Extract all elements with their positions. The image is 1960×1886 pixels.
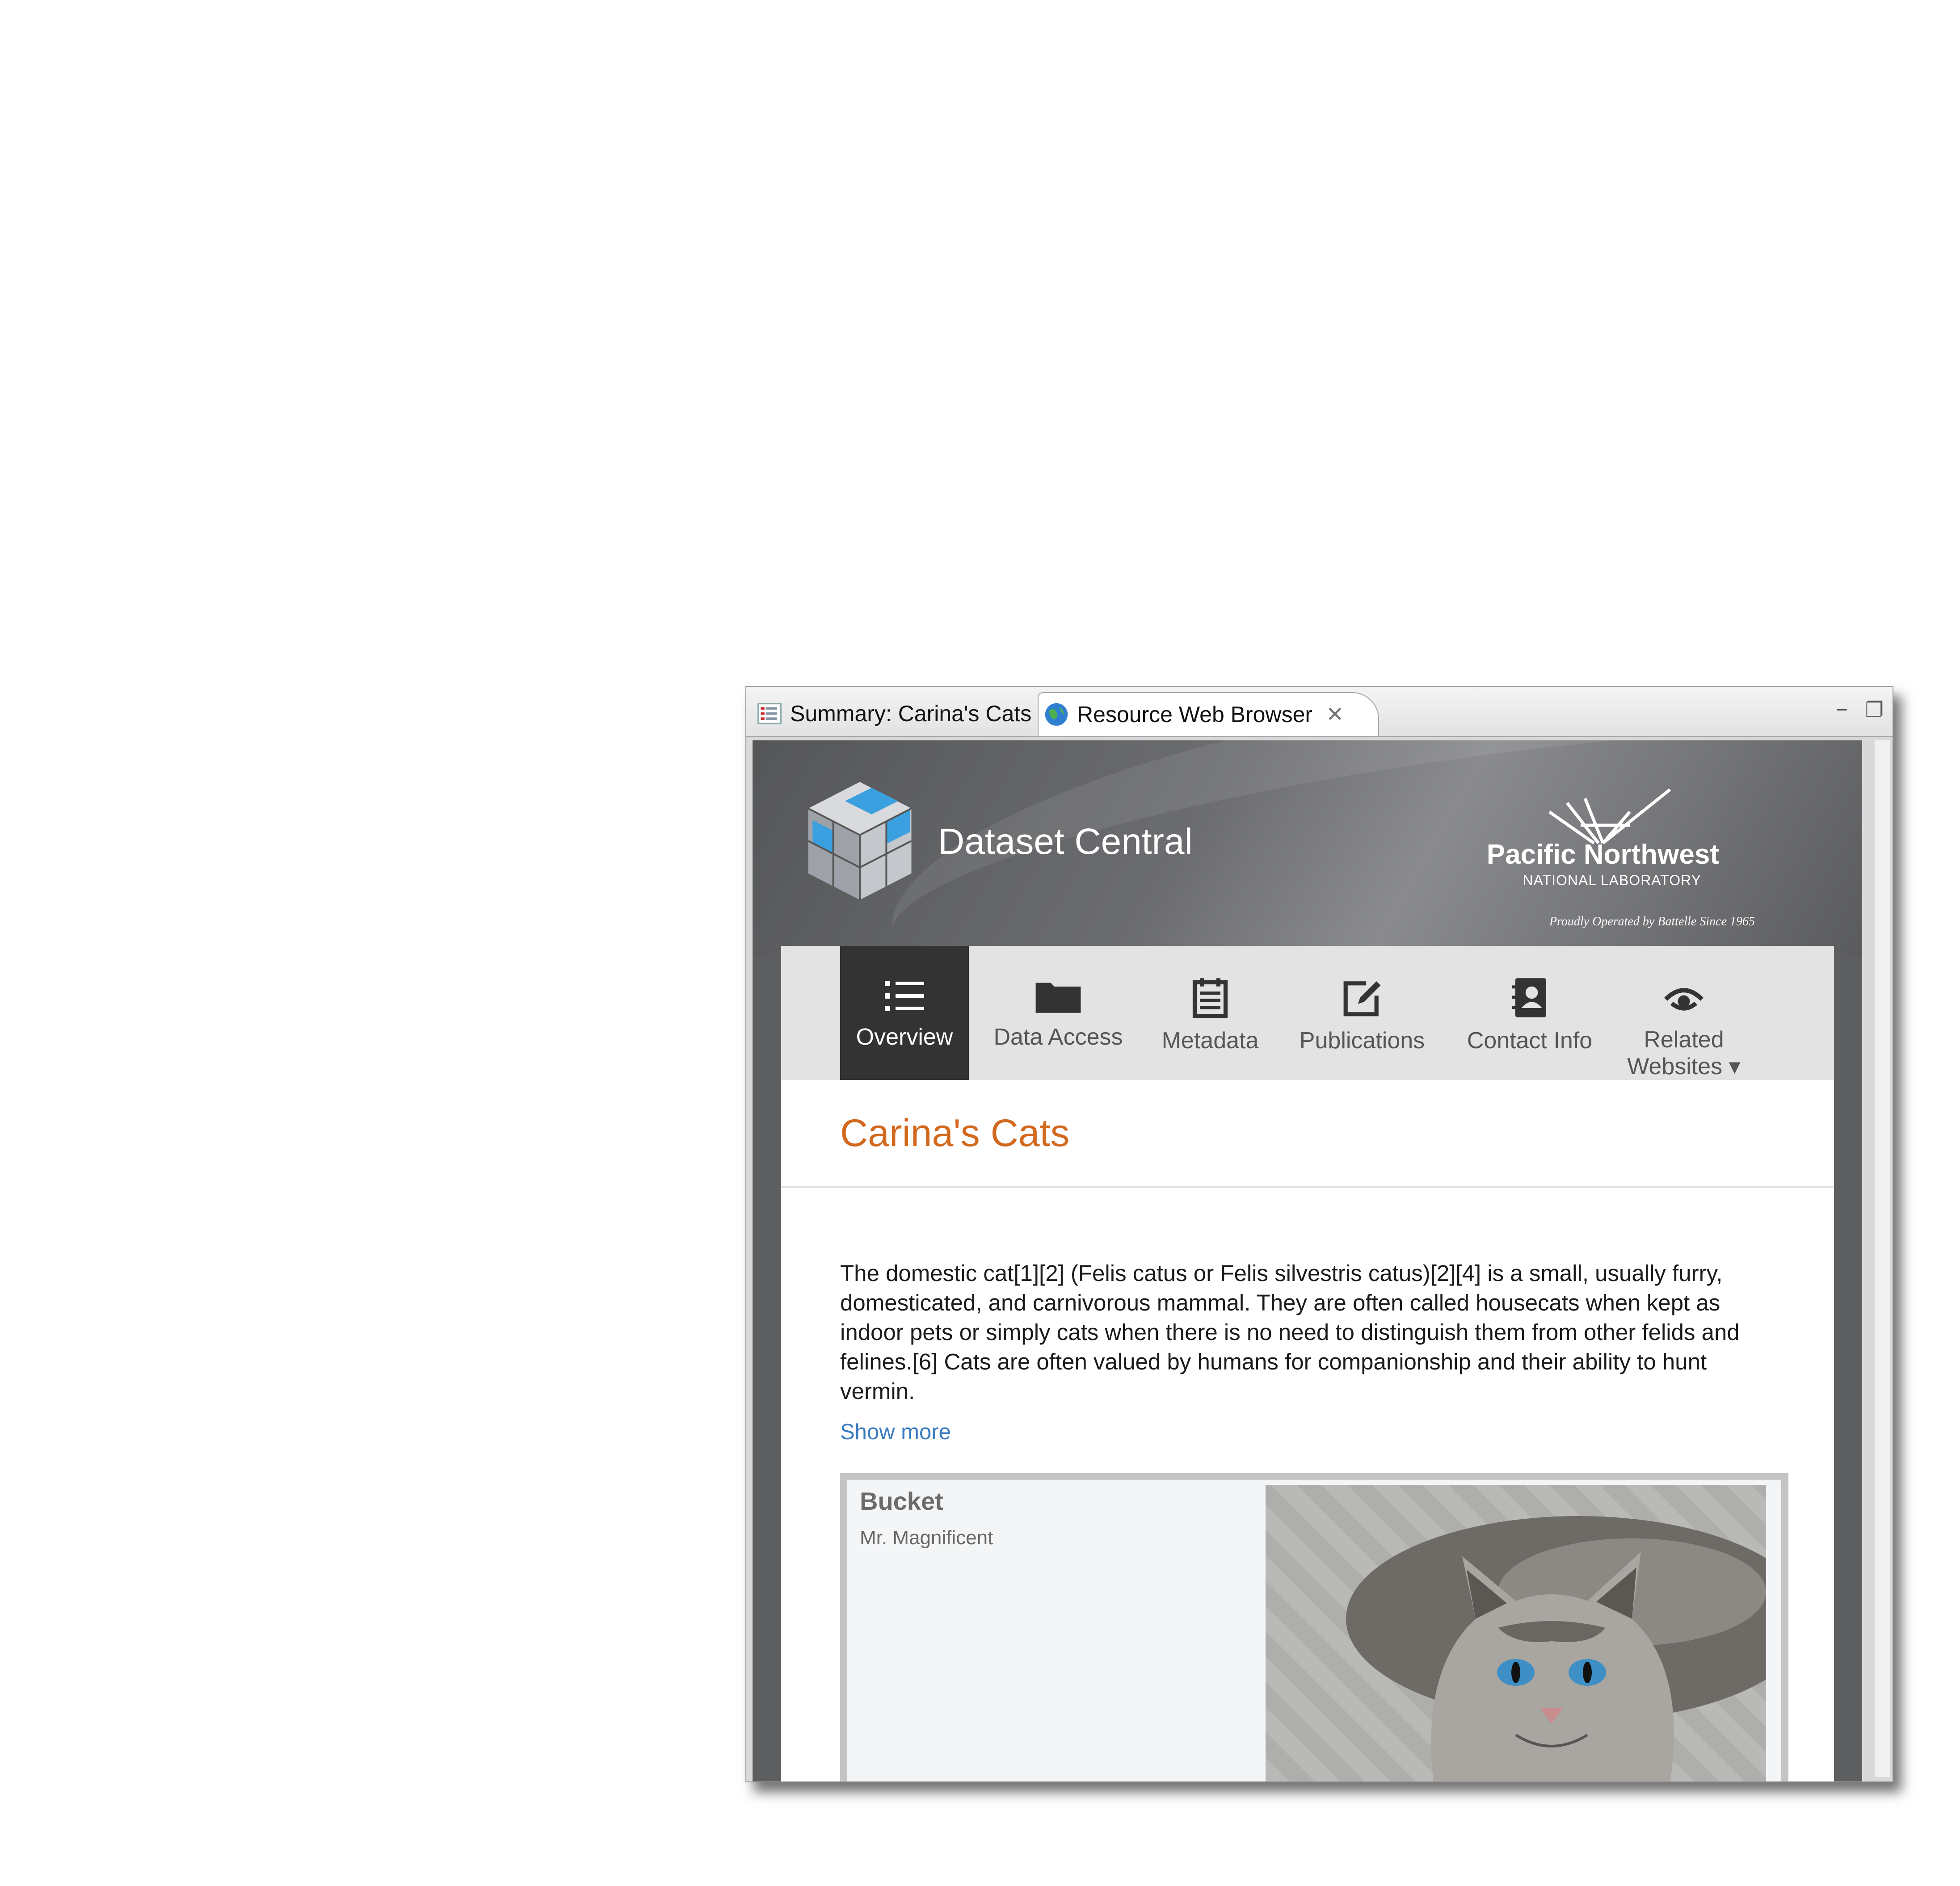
tab-related-websites[interactable]: Related Websites ▾ <box>1617 946 1751 1080</box>
globe-icon <box>1045 703 1068 726</box>
minimize-icon[interactable]: − <box>1836 697 1848 722</box>
vertical-scrollbar[interactable] <box>1875 740 1890 1777</box>
eye-refresh-icon <box>1664 988 1703 1011</box>
tab-data-access-label: Data Access <box>993 1024 1123 1050</box>
card-subtitle: Mr. Magnificent <box>860 1527 993 1549</box>
editor-tab-bar: Summary: Carina's Cats Resource Web Brow… <box>746 687 1893 737</box>
site-header: Dataset Central Pacific Northwest NATION… <box>753 740 1862 1088</box>
cat-photo <box>1266 1485 1766 1781</box>
tab-overview[interactable]: Overview <box>840 946 969 1080</box>
brand-title: Dataset Central <box>938 821 1193 862</box>
ide-window: Summary: Carina's Cats Resource Web Brow… <box>745 686 1893 1782</box>
edit-icon <box>1343 981 1381 1017</box>
calendar-list-icon <box>1192 978 1228 1018</box>
tab-resource-web-browser[interactable]: Resource Web Browser ✕ <box>1038 692 1379 736</box>
pnnl-logo: Pacific Northwest NATIONAL LABORATORY Pr… <box>1478 767 1773 928</box>
tab-data-access[interactable]: Data Access <box>991 946 1125 1080</box>
org-subtitle: NATIONAL LABORATORY <box>1523 872 1701 888</box>
list-icon <box>885 981 924 1011</box>
dataset-description: The domestic cat[1][2] (Felis catus or F… <box>840 1260 1740 1404</box>
tab-publications-label: Publications <box>1299 1028 1425 1054</box>
close-tab-icon[interactable]: ✕ <box>1326 702 1344 727</box>
tab-related-label-line1: Related <box>1644 1027 1724 1053</box>
org-tagline: Proudly Operated by Battelle Since 1965 <box>1549 915 1755 928</box>
org-name: Pacific Northwest <box>1486 839 1719 870</box>
tab-summary-label: Summary: Carina's Cats <box>790 701 1032 726</box>
tab-browser-label: Resource Web Browser <box>1077 702 1313 727</box>
title-divider <box>781 1186 1834 1188</box>
dataset-navbar: Overview Data Access Metadata Publicatio… <box>781 946 1834 1080</box>
tab-overview-label: Overview <box>856 1024 953 1050</box>
tab-publications[interactable]: Publications <box>1291 946 1434 1080</box>
tab-summary[interactable]: Summary: Carina's Cats <box>752 693 1038 734</box>
main-panel: Overview Data Access Metadata Publicatio… <box>781 946 1834 1781</box>
maximize-icon[interactable]: ❐ <box>1865 697 1884 722</box>
folder-icon <box>1035 983 1081 1013</box>
show-more-link[interactable]: Show more <box>840 1420 951 1445</box>
page-title: Carina's Cats <box>840 1112 1070 1155</box>
cat-image <box>1346 1516 1766 1781</box>
tab-related-label-line2: Websites ▾ <box>1627 1054 1741 1080</box>
dataset-central-logo-icon <box>808 782 912 900</box>
tab-metadata-label: Metadata <box>1161 1028 1259 1054</box>
summary-icon <box>757 702 782 725</box>
card-title: Bucket <box>860 1487 943 1515</box>
tab-contact-info-label: Contact Info <box>1467 1028 1593 1054</box>
address-book-icon <box>1512 978 1546 1017</box>
browser-content: Dataset Central Pacific Northwest NATION… <box>753 740 1862 1781</box>
tab-contact-info[interactable]: Contact Info <box>1460 946 1599 1080</box>
item-card[interactable]: Bucket Mr. Magnificent <box>840 1473 1788 1781</box>
tab-metadata[interactable]: Metadata <box>1152 946 1268 1080</box>
